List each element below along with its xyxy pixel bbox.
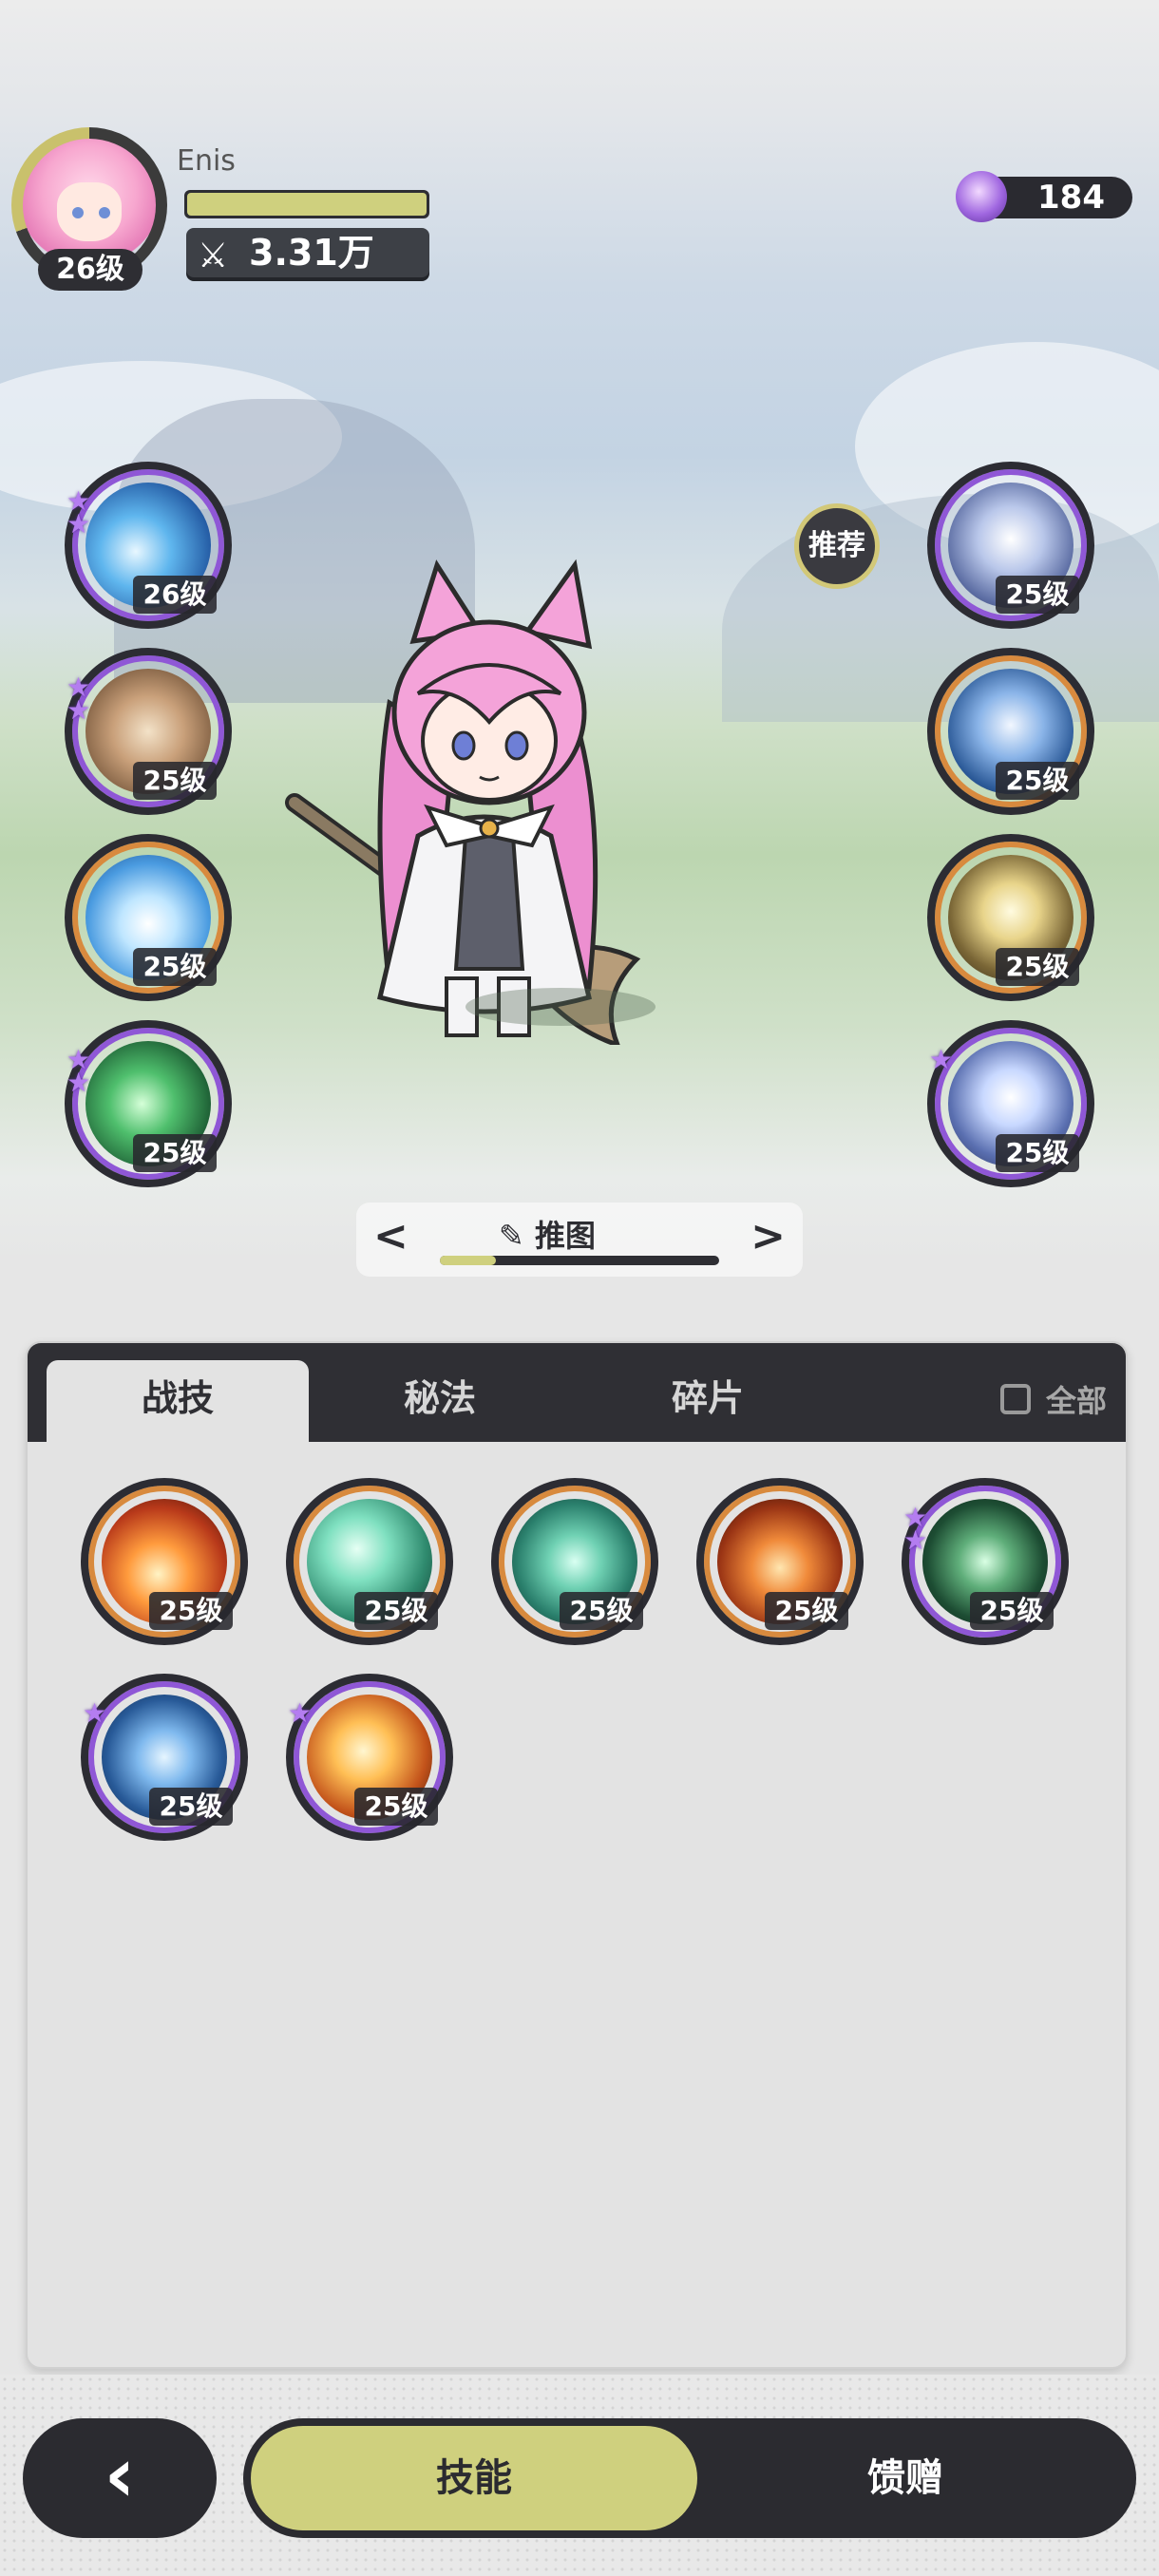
equipped-skill-left-4[interactable]: ★ ★ 25级 bbox=[65, 1020, 232, 1187]
skill-card[interactable]: 25级 bbox=[491, 1478, 658, 1645]
skill-level: 25级 bbox=[133, 1134, 217, 1172]
equipped-skill-left-3[interactable]: 25级 bbox=[65, 834, 232, 1001]
star-rank: ★ bbox=[288, 1697, 313, 1729]
preset-name-label: 推图 bbox=[534, 1218, 596, 1254]
chevron-right-icon[interactable]: > bbox=[750, 1212, 786, 1260]
tab-arcane[interactable]: 秘法 bbox=[309, 1360, 571, 1442]
star-rank: ★ ★ bbox=[903, 1502, 928, 1556]
star-rank: ★ bbox=[83, 1697, 107, 1729]
show-all-label: 全部 bbox=[1045, 1383, 1107, 1419]
skill-level: 25级 bbox=[149, 1788, 233, 1826]
star-rank: ★ ★ bbox=[66, 1044, 91, 1098]
nav-tab-skills[interactable]: 技能 bbox=[251, 2426, 697, 2530]
equipped-skill-right-3[interactable]: 25级 bbox=[927, 834, 1094, 1001]
player-name: Enis bbox=[177, 144, 236, 178]
player-level-badge: 26级 bbox=[38, 249, 142, 291]
chevron-left-icon: ‹ bbox=[104, 2431, 136, 2519]
avatar-face bbox=[57, 182, 122, 241]
skill-level: 26级 bbox=[133, 576, 217, 614]
equipped-skill-right-2[interactable]: 25级 bbox=[927, 648, 1094, 815]
character-token-icon bbox=[956, 171, 1007, 222]
skill-level: 25级 bbox=[560, 1592, 643, 1630]
equipped-skill-left-2[interactable]: ★ ★ 25级 bbox=[65, 648, 232, 815]
equipped-skill-left-1[interactable]: ★ ★ 26级 bbox=[65, 462, 232, 629]
skill-preset-switcher: < ✎ 推图 > bbox=[356, 1203, 803, 1277]
skill-card[interactable]: 25级 bbox=[696, 1478, 864, 1645]
experience-bar bbox=[184, 190, 429, 218]
character-token-count: 184 bbox=[1037, 179, 1105, 217]
crossed-swords-icon: ⚔ bbox=[198, 237, 229, 275]
recommend-button[interactable]: 推荐 bbox=[794, 503, 880, 589]
hero-character-sprite[interactable] bbox=[285, 551, 741, 1050]
preset-progress-fill bbox=[440, 1256, 496, 1265]
skill-level: 25级 bbox=[970, 1592, 1054, 1630]
preset-progress-track bbox=[440, 1256, 719, 1265]
experience-bar-fill bbox=[187, 193, 427, 216]
equipped-skill-right-4[interactable]: ★ 25级 bbox=[927, 1020, 1094, 1187]
skill-level: 25级 bbox=[133, 948, 217, 986]
checkbox-icon bbox=[999, 1384, 1031, 1414]
character-token-counter[interactable]: 184 bbox=[956, 171, 1132, 222]
pencil-icon: ✎ bbox=[499, 1218, 524, 1254]
skill-level: 25级 bbox=[996, 762, 1079, 800]
avatar-eye bbox=[99, 207, 110, 218]
chevron-left-icon[interactable]: < bbox=[373, 1212, 408, 1260]
skill-level: 25级 bbox=[354, 1788, 438, 1826]
preset-name[interactable]: ✎ 推图 bbox=[499, 1212, 596, 1256]
star-rank: ★ bbox=[929, 1044, 954, 1075]
skill-level: 25级 bbox=[996, 1134, 1079, 1172]
skill-card[interactable]: ★ 25级 bbox=[286, 1674, 453, 1841]
skill-level: 25级 bbox=[149, 1592, 233, 1630]
skill-card[interactable]: ★ 25级 bbox=[81, 1674, 248, 1841]
bottom-nav: 技能 馈赠 bbox=[243, 2418, 1136, 2538]
skill-level: 25级 bbox=[765, 1592, 848, 1630]
show-all-checkbox[interactable]: 全部 bbox=[999, 1377, 1107, 1419]
avatar-eye bbox=[72, 207, 84, 218]
back-button[interactable]: ‹ bbox=[23, 2418, 217, 2538]
skill-card[interactable]: 25级 bbox=[286, 1478, 453, 1645]
skill-level: 25级 bbox=[133, 762, 217, 800]
nav-tab-gift[interactable]: 馈赠 bbox=[682, 2426, 1129, 2530]
equipped-skill-right-1[interactable]: 25级 bbox=[927, 462, 1094, 629]
skill-level: 25级 bbox=[996, 576, 1079, 614]
skill-card[interactable]: ★ ★ 25级 bbox=[902, 1478, 1069, 1645]
star-rank: ★ ★ bbox=[66, 485, 91, 540]
star-rank: ★ ★ bbox=[66, 672, 91, 726]
tab-fragments[interactable]: 碎片 bbox=[577, 1360, 839, 1442]
character-shadow bbox=[466, 988, 656, 1026]
skill-level: 25级 bbox=[996, 948, 1079, 986]
combat-power-value: 3.31万 bbox=[249, 232, 374, 274]
hero-character-art bbox=[285, 559, 641, 1050]
skill-inventory-panel: 战技 秘法 碎片 全部 25级 25级 25级 25级 ★ ★ 25级 ★ 25… bbox=[26, 1341, 1128, 2369]
skill-card[interactable]: 25级 bbox=[81, 1478, 248, 1645]
combat-power: ⚔ 3.31万 bbox=[186, 228, 429, 277]
skill-category-tabs: 战技 秘法 碎片 全部 bbox=[28, 1343, 1126, 1442]
tab-combat-skills[interactable]: 战技 bbox=[47, 1360, 309, 1442]
skill-level: 25级 bbox=[354, 1592, 438, 1630]
